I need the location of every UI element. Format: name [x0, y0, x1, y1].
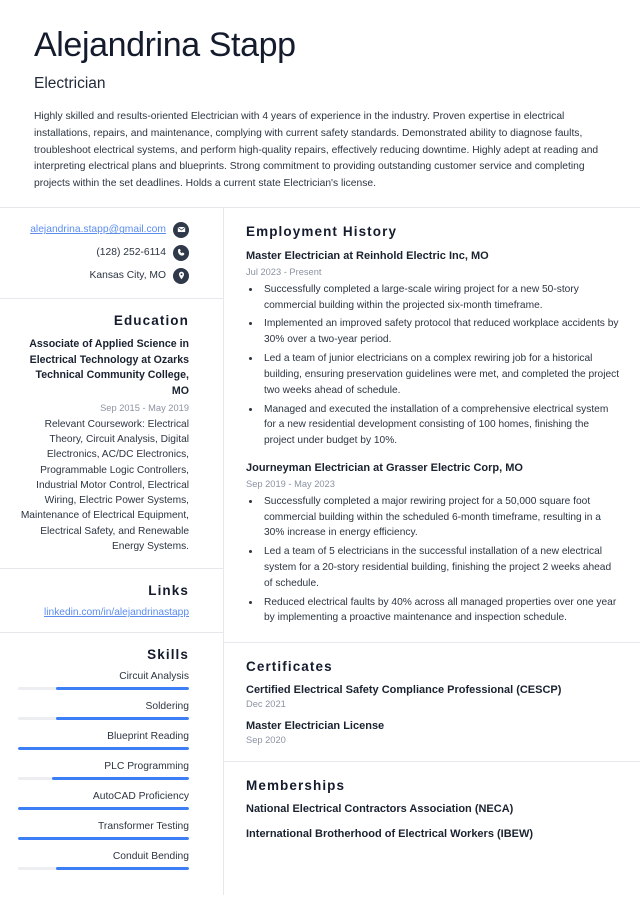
employment-heading: Employment History [246, 223, 398, 239]
certificate-name: Master Electrician License [246, 720, 385, 733]
skill-item: Conduit Bending [18, 851, 189, 871]
links-heading: Links [148, 583, 189, 599]
employment-bullet: Managed and executed the installation of… [261, 402, 620, 449]
skills-list: Circuit Analysis Soldering Blueprint Readi… [18, 671, 189, 871]
skill-label: Conduit Bending [112, 851, 189, 863]
employment-entry: Journeyman Electrician at Grasser Electr… [246, 461, 620, 626]
skill-bar [18, 867, 189, 871]
sidebar-column: alejandrina.stapp@gmail.com (128) 252-61… [0, 207, 224, 896]
certificate-date: Dec 2021 [246, 699, 286, 710]
links-section: Links linkedin.com/in/alejandrinastapp [0, 568, 223, 632]
skill-label: PLC Programming [104, 761, 189, 773]
memberships-section: Memberships National Electrical Contract… [224, 761, 640, 856]
employment-entry: Master Electrician at Reinhold Electric … [246, 249, 620, 449]
contact-row-phone: (128) 252-6114 [18, 244, 189, 261]
skill-bar [18, 837, 189, 841]
skill-bar-fill [55, 867, 189, 871]
certificate-name: Certified Electrical Safety Compliance P… [246, 684, 562, 697]
certificate-item: Certified Electrical Safety Compliance P… [246, 684, 620, 709]
candidate-name: Alejandrina Stapp [34, 26, 296, 64]
skill-item: AutoCAD Proficiency [18, 791, 189, 811]
skill-label: Circuit Analysis [119, 671, 189, 683]
employment-date: Sep 2019 - May 2023 [246, 478, 335, 489]
skill-bar-fill [18, 837, 189, 841]
envelope-icon [173, 221, 189, 238]
skill-label: Blueprint Reading [107, 731, 189, 743]
employment-list: Master Electrician at Reinhold Electric … [246, 249, 620, 626]
skill-item: Circuit Analysis [18, 671, 189, 691]
skill-item: Soldering [18, 701, 189, 721]
skill-label: AutoCAD Proficiency [92, 791, 189, 803]
skill-bar-fill [52, 777, 189, 781]
resume-page: Alejandrina Stapp Electrician Highly ski… [0, 0, 640, 905]
employment-title: Journeyman Electrician at Grasser Electr… [246, 461, 523, 474]
membership-item: National Electrical Contractors Associat… [246, 803, 514, 816]
skill-item: Transformer Testing [18, 821, 189, 841]
contact-row-location: Kansas City, MO [18, 267, 189, 284]
membership-item: International Brotherhood of Electrical … [246, 828, 534, 841]
employment-bullets: Successfully completed a major rewiring … [261, 494, 620, 627]
map-pin-icon [173, 267, 189, 284]
skill-bar-fill [18, 807, 189, 811]
memberships-heading: Memberships [246, 778, 346, 794]
education-degree: Associate of Applied Science in Electric… [29, 337, 189, 397]
education-section: Education Associate of Applied Science i… [0, 297, 223, 568]
employment-bullet: Successfully completed a major rewiring … [261, 494, 620, 541]
link-item-linkedin[interactable]: linkedin.com/in/alejandrinastapp [18, 607, 189, 618]
resume-body: alejandrina.stapp@gmail.com (128) 252-61… [0, 207, 640, 896]
location-text: Kansas City, MO [89, 270, 166, 282]
skills-section: Skills Circuit Analysis Soldering Blueprin… [0, 632, 223, 895]
certificates-section: Certificates Certified Electrical Safety… [224, 642, 640, 761]
certificate-item: Master Electrician License Sep 2020 [246, 720, 620, 745]
skill-bar-fill [55, 717, 189, 721]
employment-date: Jul 2023 - Present [246, 266, 322, 277]
skill-bar [18, 717, 189, 721]
skill-bar-fill [55, 687, 189, 691]
skill-bar [18, 807, 189, 811]
employment-bullet: Led a team of junior electricians on a c… [261, 351, 620, 398]
employment-bullet: Reduced electrical faults by 40% across … [261, 595, 620, 627]
certificates-list: Certified Electrical Safety Compliance P… [246, 684, 620, 745]
phone-icon [173, 244, 189, 261]
skill-bar-fill [18, 747, 189, 751]
professional-summary: Highly skilled and results-oriented Elec… [34, 111, 599, 190]
employment-section: Employment History Master Electrician at… [224, 208, 640, 642]
skills-heading: Skills [147, 647, 189, 663]
education-date: Sep 2015 - May 2019 [100, 402, 189, 413]
education-coursework: Relevant Coursework: Electrical Theory, … [20, 418, 189, 553]
employment-bullet: Implemented an improved safety protocol … [261, 316, 620, 348]
memberships-list: National Electrical Contractors Associat… [246, 803, 620, 840]
contact-row-email[interactable]: alejandrina.stapp@gmail.com [18, 221, 189, 238]
certificates-heading: Certificates [246, 659, 333, 675]
skill-label: Transformer Testing [98, 821, 189, 833]
skill-item: PLC Programming [18, 761, 189, 781]
skill-label: Soldering [145, 701, 189, 713]
skill-bar [18, 747, 189, 751]
certificate-date: Sep 2020 [246, 735, 286, 746]
candidate-job-title: Electrician [34, 75, 106, 93]
contact-section: alejandrina.stapp@gmail.com (128) 252-61… [0, 208, 223, 298]
skill-bar [18, 777, 189, 781]
employment-bullet: Led a team of 5 electricians in the succ… [261, 544, 620, 591]
phone-text: (128) 252-6114 [96, 247, 166, 259]
skill-bar [18, 687, 189, 691]
skill-item: Blueprint Reading [18, 731, 189, 751]
main-column: Employment History Master Electrician at… [224, 208, 640, 895]
employment-title: Master Electrician at Reinhold Electric … [246, 249, 489, 262]
education-heading: Education [113, 312, 189, 328]
email-link[interactable]: alejandrina.stapp@gmail.com [30, 224, 166, 235]
employment-bullets: Successfully completed a large-scale wir… [261, 282, 620, 449]
resume-header: Alejandrina Stapp Electrician Highly ski… [0, 0, 640, 207]
employment-bullet: Successfully completed a large-scale wir… [261, 282, 620, 314]
